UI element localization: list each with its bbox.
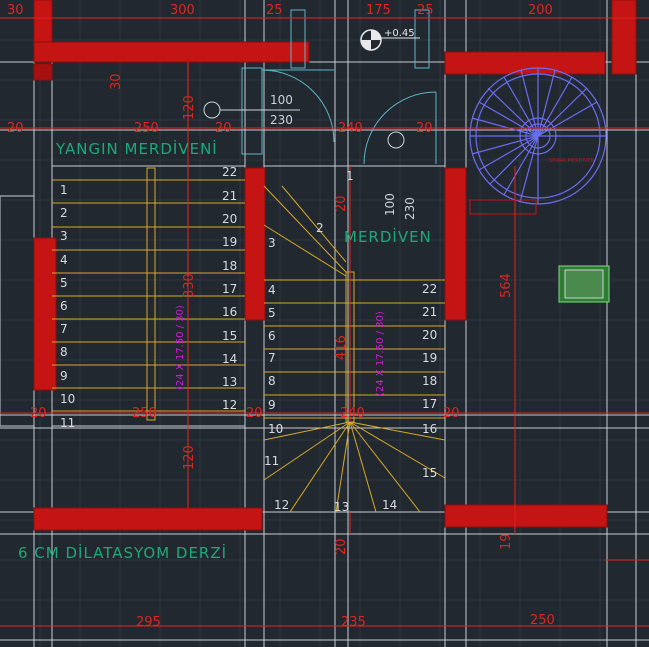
- right-step-spec: (24 X 17.50 / 30): [375, 311, 386, 396]
- step-winder-1: 1: [346, 169, 354, 183]
- step-rightr-20: 20: [422, 328, 437, 342]
- floor-plan-drawing: SPIRAL MERDIVEN 30 300 25 175 25 200 20: [0, 0, 649, 647]
- step-right-11: 11: [264, 454, 279, 468]
- door1-height: 230: [270, 113, 293, 127]
- dim-vert-left-30: 30: [109, 73, 124, 90]
- step-left-9: 9: [60, 369, 68, 383]
- door2-width: 100: [383, 193, 397, 216]
- step-left-4: 4: [60, 253, 68, 267]
- cad-drawing-canvas: SPIRAL MERDIVEN 30 300 25 175 25 200 20: [0, 0, 649, 647]
- shaft-hatch-inner: [564, 269, 604, 299]
- dim-top-5: 25: [417, 3, 434, 18]
- dim-top-3: 25: [266, 3, 283, 18]
- step-winder-14: 14: [382, 498, 397, 512]
- fire-stair-label: YANGIN MERDİVENİ: [55, 139, 218, 158]
- step-leftr-18: 18: [222, 259, 237, 273]
- step-right-8: 8: [268, 374, 276, 388]
- dim-top-6: 200: [528, 3, 553, 18]
- door2-height: 230: [403, 197, 417, 220]
- step-right-10: 10: [268, 422, 283, 436]
- step-leftr-17: 17: [222, 282, 237, 296]
- dim-row3-5: 20: [443, 406, 460, 421]
- dim-vert-left-120-top: 120: [182, 95, 197, 120]
- dim-vert-left-330: 330: [182, 273, 197, 298]
- step-left-10: 10: [60, 392, 75, 406]
- step-rightr-19: 19: [422, 351, 437, 365]
- dim-bottom-1: 295: [136, 615, 161, 630]
- step-leftr-22: 22: [222, 165, 237, 179]
- spiral-label: SPIRAL MERDIVEN: [549, 158, 595, 164]
- dim-top-1: 30: [7, 3, 24, 18]
- step-leftr-15: 15: [222, 329, 237, 343]
- step-right-7: 7: [268, 351, 276, 365]
- door-tag-1: [203, 101, 221, 119]
- dim-top-2: 300: [170, 3, 195, 18]
- dim-row2-1: 20: [7, 121, 24, 136]
- step-rightr-21: 21: [422, 305, 437, 319]
- step-rightr-18: 18: [422, 374, 437, 388]
- dim-row2-4: 240: [338, 121, 363, 136]
- step-left-6: 6: [60, 299, 68, 313]
- step-leftr-16: 16: [222, 305, 237, 319]
- step-right-5: 5: [268, 306, 276, 320]
- dim-vert-mid-416: 416: [334, 335, 349, 360]
- step-leftr-20: 20: [222, 212, 237, 226]
- step-leftr-12: 12: [222, 398, 237, 412]
- door1-width: 100: [270, 93, 293, 107]
- step-right-3: 3: [268, 236, 276, 250]
- expansion-joint-label: 6 CM DİLATASYOM DERZİ: [18, 543, 227, 562]
- dim-row2-5: 20: [416, 121, 433, 136]
- step-rightr-16: 16: [422, 422, 437, 436]
- step-winder-2: 2: [316, 221, 324, 235]
- stair-label: MERDİVEN: [344, 227, 432, 246]
- dim-row2-3: 20: [215, 121, 232, 136]
- dim-bottom-3: 250: [530, 613, 555, 628]
- dim-vert-right-564: 564: [499, 273, 514, 298]
- dim-row3-3: 20: [246, 406, 263, 421]
- dim-vert-left-120-bottom: 120: [182, 445, 197, 470]
- dim-top-4: 175: [366, 3, 391, 18]
- dim-vert-right-19: 19: [499, 533, 514, 550]
- step-left-3: 3: [60, 229, 68, 243]
- step-right-9: 9: [268, 398, 276, 412]
- step-left-7: 7: [60, 322, 68, 336]
- step-left-1: 1: [60, 183, 68, 197]
- dim-row2-2: 250: [134, 121, 159, 136]
- step-right-4: 4: [268, 283, 276, 297]
- step-rightr-15: 15: [422, 466, 437, 480]
- fire-stair-treads: [52, 167, 245, 421]
- dim-row3-4: 240: [340, 406, 365, 421]
- step-right-12: 12: [274, 498, 289, 512]
- step-left-11: 11: [60, 416, 75, 430]
- step-leftr-19: 19: [222, 235, 237, 249]
- door-tag-2: [387, 131, 405, 149]
- step-rightr-22: 22: [422, 282, 437, 296]
- step-left-2: 2: [60, 206, 68, 220]
- dim-row3-2: 250: [132, 406, 157, 421]
- step-leftr-21: 21: [222, 189, 237, 203]
- step-right-6: 6: [268, 329, 276, 343]
- step-left-5: 5: [60, 276, 68, 290]
- step-leftr-14: 14: [222, 352, 237, 366]
- step-left-8: 8: [60, 345, 68, 359]
- dim-vert-mid-20: 20: [334, 195, 349, 212]
- step-rightr-17: 17: [422, 397, 437, 411]
- spiral-stair: [469, 67, 607, 205]
- dim-bottom-2: 235: [341, 615, 366, 630]
- step-leftr-13: 13: [222, 375, 237, 389]
- level-label: +0.45: [384, 28, 415, 39]
- dim-row3-1: 20: [30, 406, 47, 421]
- dim-vert-mid-20-bottom: 20: [334, 538, 349, 555]
- dimension-lines: [0, 17, 649, 627]
- step-winder-13: 13: [334, 500, 349, 514]
- left-step-spec: (24 X 17.50 / 30): [175, 305, 186, 390]
